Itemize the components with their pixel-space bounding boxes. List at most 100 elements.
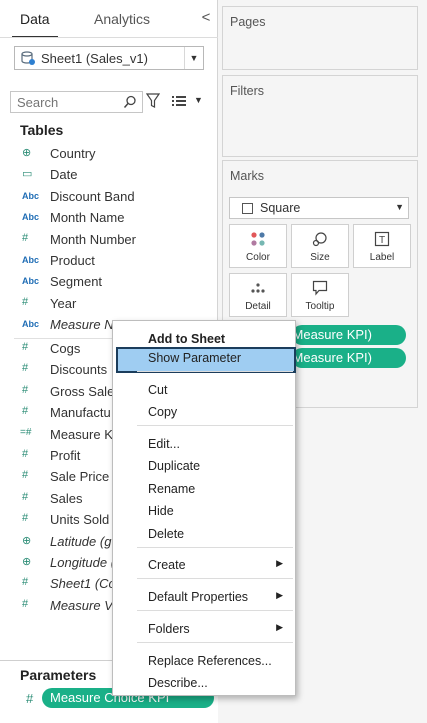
field-item[interactable]: Abc Segment bbox=[0, 271, 218, 292]
menu-separator bbox=[137, 578, 293, 579]
globe-icon: ⊕ bbox=[22, 534, 32, 547]
text-type-icon: Abc bbox=[22, 212, 40, 223]
number-type-icon: # bbox=[22, 576, 29, 589]
marks-field-pill[interactable]: Measure KPI) bbox=[292, 325, 406, 345]
field-item[interactable]: # Month Number bbox=[0, 229, 218, 250]
number-type-icon: # bbox=[22, 341, 29, 353]
search-icon[interactable] bbox=[123, 95, 137, 109]
number-type-icon: # bbox=[22, 295, 29, 308]
menu-separator bbox=[137, 547, 293, 548]
field-name: Gross Sales bbox=[50, 383, 121, 399]
field-name: Latitude (g bbox=[50, 533, 112, 549]
menu-item-edit[interactable]: Edit... bbox=[113, 433, 295, 455]
field-name: Country bbox=[50, 146, 96, 161]
chevron-right-icon: ▶ bbox=[276, 622, 283, 632]
square-mark-icon bbox=[242, 203, 253, 214]
field-name: Product bbox=[50, 253, 95, 268]
menu-item-label: Add to Sheet bbox=[148, 332, 226, 346]
menu-item-replace-references[interactable]: Replace References... bbox=[113, 650, 295, 672]
tooltip-icon bbox=[312, 280, 328, 296]
chevron-down-icon[interactable]: ▼ bbox=[184, 47, 203, 69]
filters-shelf[interactable]: Filters bbox=[222, 75, 418, 157]
pages-shelf[interactable]: Pages bbox=[222, 6, 418, 70]
mark-type-label: Square bbox=[260, 201, 301, 215]
menu-item-label: Default Properties bbox=[148, 590, 249, 604]
number-type-icon: # bbox=[22, 448, 29, 460]
field-name: Sheet1 (Co bbox=[50, 576, 116, 592]
field-name: Profit bbox=[50, 448, 81, 463]
mark-type-select[interactable]: Square ▼ bbox=[229, 197, 409, 219]
size-icon bbox=[312, 232, 327, 247]
color-label: Color bbox=[246, 252, 270, 263]
menu-separator bbox=[137, 610, 293, 611]
menu-item-label: Replace References... bbox=[148, 654, 272, 668]
field-name: Date bbox=[50, 167, 78, 183]
field-name: Month Number bbox=[50, 231, 136, 247]
tab-analytics[interactable]: Analytics bbox=[94, 0, 150, 38]
menu-item-describe[interactable]: Describe... bbox=[113, 672, 295, 694]
menu-separator bbox=[137, 425, 293, 426]
menu-item-folders[interactable]: Folders ▶ bbox=[113, 618, 295, 640]
field-item[interactable]: Abc Discount Band bbox=[0, 186, 218, 207]
field-item[interactable]: Abc Product bbox=[0, 250, 218, 271]
menu-separator bbox=[137, 371, 293, 372]
chevron-right-icon: ▶ bbox=[276, 590, 283, 600]
datasource-select[interactable]: Sheet1 (Sales_v1) ▼ bbox=[14, 46, 204, 70]
tooltip-button[interactable]: Tooltip bbox=[291, 273, 349, 317]
filter-icon[interactable] bbox=[146, 93, 160, 109]
menu-item-default-properties[interactable]: Default Properties ▶ bbox=[113, 586, 295, 608]
field-name: Discount Band bbox=[50, 188, 135, 204]
color-button[interactable]: Color bbox=[229, 224, 287, 268]
menu-separator bbox=[137, 642, 293, 643]
field-name: Sales bbox=[50, 490, 83, 506]
list-view-icon[interactable] bbox=[172, 95, 186, 107]
pill-text: Measure KPI) bbox=[292, 327, 372, 342]
menu-item-label: Create bbox=[148, 558, 186, 572]
field-item[interactable]: # Year bbox=[0, 293, 218, 314]
field-name: Cogs bbox=[50, 341, 81, 356]
datasource-label: Sheet1 (Sales_v1) bbox=[41, 51, 148, 66]
label-button[interactable]: T Label bbox=[353, 224, 411, 268]
tooltip-label: Tooltip bbox=[305, 301, 335, 312]
menu-item-label: Duplicate bbox=[148, 459, 201, 473]
field-name: Month Name bbox=[50, 210, 125, 226]
field-item[interactable]: ▭ Date bbox=[0, 164, 218, 185]
field-name: Measure N bbox=[50, 317, 114, 333]
marks-field-pill[interactable]: Measure KPI) bbox=[292, 348, 406, 368]
menu-item-show-parameter[interactable]: Show Parameter bbox=[116, 347, 296, 373]
menu-item-cut[interactable]: Cut bbox=[113, 379, 295, 401]
detail-label: Detail bbox=[245, 301, 271, 312]
calendar-icon: ▭ bbox=[22, 168, 33, 181]
menu-item-hide[interactable]: Hide bbox=[113, 500, 295, 522]
svg-text:T: T bbox=[379, 235, 385, 246]
menu-item-rename[interactable]: Rename bbox=[113, 478, 295, 500]
menu-item-create[interactable]: Create ▶ bbox=[113, 554, 295, 576]
menu-item-label: Hide bbox=[148, 504, 174, 518]
field-name: Measure V bbox=[50, 597, 113, 613]
text-type-icon: Abc bbox=[22, 319, 40, 330]
menu-item-delete[interactable]: Delete bbox=[113, 523, 295, 545]
number-type-icon: # bbox=[22, 597, 29, 610]
field-item[interactable]: Abc Month Name bbox=[0, 207, 218, 228]
pages-title: Pages bbox=[230, 15, 266, 29]
label-icon: T bbox=[374, 231, 390, 247]
filters-title: Filters bbox=[230, 84, 265, 98]
tab-data[interactable]: Data bbox=[12, 0, 58, 38]
menu-item-label: Folders bbox=[148, 622, 190, 636]
search-field[interactable] bbox=[10, 91, 143, 113]
detail-button[interactable]: Detail bbox=[229, 273, 287, 317]
chevron-down-icon[interactable]: ▼ bbox=[395, 202, 404, 212]
menu-item-duplicate[interactable]: Duplicate bbox=[113, 455, 295, 477]
field-name: Measure KI bbox=[50, 426, 117, 442]
tabs-divider bbox=[0, 37, 218, 38]
search-input[interactable] bbox=[17, 94, 117, 110]
number-type-icon: # bbox=[26, 691, 34, 706]
number-type-icon: # bbox=[22, 231, 29, 244]
menu-item-copy[interactable]: Copy bbox=[113, 401, 295, 423]
chevron-down-icon[interactable]: ▼ bbox=[194, 95, 203, 105]
collapse-pane-icon[interactable]: < bbox=[199, 9, 213, 27]
field-item[interactable]: ⊕ Country bbox=[0, 143, 218, 164]
size-button[interactable]: Size bbox=[291, 224, 349, 268]
field-name: Longitude ( bbox=[50, 555, 116, 570]
label-label: Label bbox=[369, 252, 395, 263]
